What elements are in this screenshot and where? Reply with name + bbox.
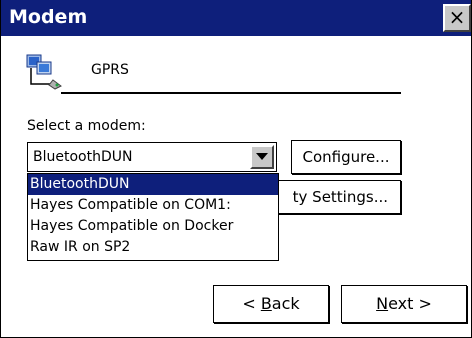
back-prefix: < <box>242 294 261 313</box>
next-button[interactable]: Next > <box>341 285 467 323</box>
close-icon: × <box>448 5 466 29</box>
dropdown-option-raw-ir[interactable]: Raw IR on SP2 <box>28 237 278 258</box>
back-label-rest: ack <box>271 294 300 313</box>
dropdown-option-hayes-com1[interactable]: Hayes Compatible on COM1: <box>28 195 278 216</box>
next-suffix: > <box>413 294 432 313</box>
modem-dialog: Modem × GPRS Select a modem: BluetoothDU… <box>0 0 472 338</box>
window-title: Modem <box>9 6 88 28</box>
next-label-rest: ext <box>388 294 414 313</box>
back-mnemonic: B <box>260 294 272 313</box>
connection-name-underline <box>61 92 401 94</box>
dropdown-option-bluetoothdun[interactable]: BluetoothDUN <box>28 174 278 195</box>
modem-connection-icon <box>26 54 62 90</box>
select-modem-label: Select a modem: <box>27 118 146 134</box>
next-mnemonic: N <box>376 294 389 313</box>
modem-select-value: BluetoothDUN <box>33 149 133 165</box>
chevron-down-icon[interactable] <box>250 145 274 169</box>
configure-button[interactable]: Configure... <box>291 140 401 174</box>
title-bar: Modem × <box>1 0 471 36</box>
close-button[interactable]: × <box>443 4 471 32</box>
connection-name: GPRS <box>91 62 129 78</box>
modem-dropdown-list: BluetoothDUN Hayes Compatible on COM1: H… <box>27 173 279 261</box>
dropdown-option-hayes-docker[interactable]: Hayes Compatible on Docker <box>28 216 278 237</box>
back-button[interactable]: < Back <box>213 285 329 323</box>
modem-select[interactable]: BluetoothDUN <box>27 142 277 172</box>
